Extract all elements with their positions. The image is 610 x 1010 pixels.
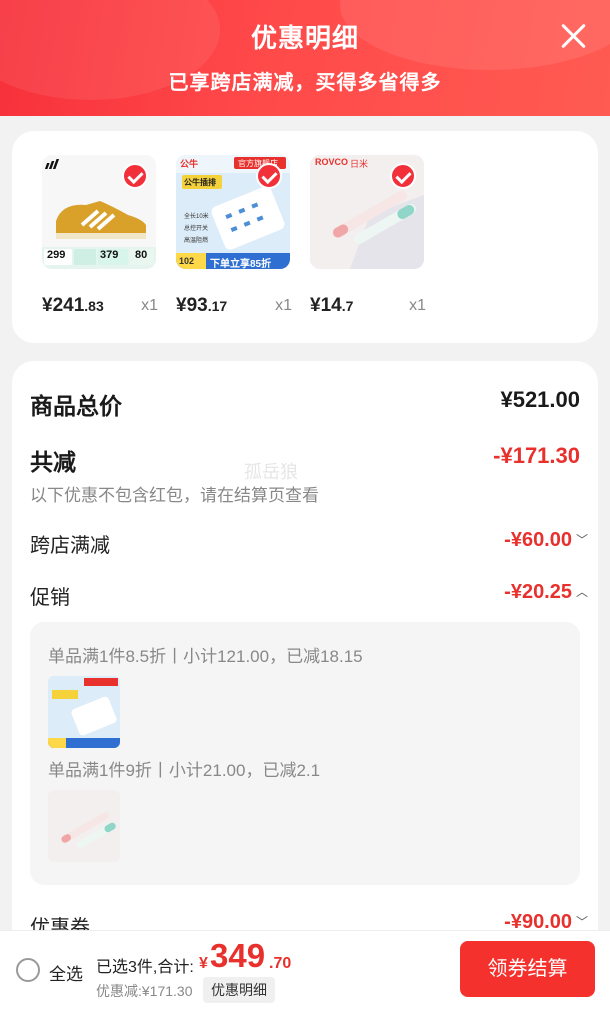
- product-item[interactable]: 299 379 80 ¥241.83 x1: [42, 155, 158, 316]
- product-price-row: ¥241.83 x1: [42, 295, 158, 319]
- close-icon[interactable]: [558, 20, 588, 50]
- selected-check-icon[interactable]: [256, 163, 282, 189]
- product-price: ¥14.7: [310, 295, 354, 316]
- promotion-row[interactable]: 促销 -¥20.25 ︿: [30, 581, 588, 610]
- product-price-row: ¥93.17 x1: [176, 295, 292, 319]
- cross-store-row[interactable]: 跨店满减 -¥60.00 ﹀: [30, 529, 588, 558]
- select-all-label[interactable]: 全选: [49, 960, 83, 985]
- page-subtitle: 已享跨店满减，买得多省得多: [168, 72, 442, 94]
- cross-store-value: -¥60.00: [504, 529, 572, 551]
- product-price: ¥241.83: [42, 295, 104, 316]
- product-price-row: ¥14.7 x1: [310, 295, 426, 319]
- selected-products-card: 299 379 80 ¥241.83 x1 公牛 官方旗舰店 公牛插排 全长10…: [12, 131, 598, 343]
- saved-amount: 优惠减:¥171.30: [96, 983, 193, 999]
- promotion-item-image: [48, 676, 120, 748]
- total-amount: 349: [210, 937, 266, 974]
- chevron-up-icon[interactable]: ︿: [576, 583, 588, 600]
- badge-price: 102: [179, 256, 195, 266]
- watermark: 孤岳狼: [244, 462, 298, 482]
- brand-label: 日米: [350, 159, 369, 169]
- total-currency: ¥: [199, 955, 208, 972]
- total-price-label: 商品总价: [30, 393, 122, 419]
- total-reduce-value: -¥171.30: [493, 443, 580, 468]
- badge-price: 379: [100, 249, 119, 261]
- product-item[interactable]: 公牛 官方旗舰店 公牛插排 全长10米 总控开关 高温阻燃 102 下单立享85…: [176, 155, 292, 316]
- selected-check-icon[interactable]: [390, 163, 416, 189]
- reduce-note: 以下优惠不包含红包，请在结算页查看: [30, 486, 319, 505]
- feature-label: 全长10米: [184, 214, 209, 220]
- product-item[interactable]: ROVCO 日米 ¥14.7 x1: [310, 155, 426, 316]
- chevron-down-icon[interactable]: ﹀: [576, 531, 588, 548]
- feature-label: 总控开关: [184, 226, 209, 232]
- selected-check-icon[interactable]: [122, 163, 148, 189]
- discount-detail-button[interactable]: 优惠明细: [203, 977, 275, 1003]
- promotion-value: -¥20.25: [504, 581, 572, 603]
- total-price-row: 商品总价 ¥521.00: [30, 387, 580, 421]
- discount-details-card: 商品总价 ¥521.00 共减 -¥171.30 以下优惠不包含红包，请在结算页…: [12, 361, 598, 961]
- feature-label: 高温阻燃: [184, 238, 209, 244]
- brand-label: 公牛: [180, 159, 199, 169]
- promotion-label: 促销: [30, 587, 70, 609]
- chevron-down-icon[interactable]: ﹀: [576, 913, 588, 930]
- checkout-bar: 全选 已选3件,合计: ¥ 349 .70 优惠减:¥171.30 优惠明细 领…: [0, 930, 610, 1010]
- power-strip-thumb: [48, 676, 120, 748]
- checkout-button[interactable]: 领券结算: [460, 941, 595, 997]
- product-image-shoe[interactable]: 299 379 80: [42, 155, 156, 269]
- pen-thumb: [48, 790, 120, 862]
- brand-label: ROVCO: [315, 157, 349, 167]
- total-reduce-label: 共减: [30, 449, 76, 475]
- select-all-radio[interactable]: [16, 958, 40, 982]
- badge-price: 80: [135, 249, 148, 261]
- product-image-power-strip[interactable]: 公牛 官方旗舰店 公牛插排 全长10米 总控开关 高温阻燃 102 下单立享85…: [176, 155, 290, 269]
- product-quantity: x1: [141, 297, 158, 314]
- total-reduce-row: 共减 -¥171.30: [30, 443, 580, 477]
- cross-store-label: 跨店满减: [30, 535, 110, 557]
- total-price-value: ¥521.00: [500, 387, 580, 412]
- promotion-item-text: 单品满1件8.5折丨小计121.00，已减18.15: [48, 647, 363, 666]
- promo-banner: 下单立享85折: [210, 259, 272, 269]
- product-title-label: 公牛插排: [184, 178, 216, 187]
- promotion-detail-box: 单品满1件8.5折丨小计121.00，已减18.15 单品满1件9折丨小计21.…: [30, 622, 580, 885]
- product-quantity: x1: [409, 297, 426, 314]
- promotion-item-text: 单品满1件9折丨小计21.00，已减2.1: [48, 761, 321, 780]
- badge-price: 299: [47, 249, 66, 261]
- promotion-item-image: [48, 790, 120, 862]
- product-price: ¥93.17: [176, 295, 228, 316]
- product-quantity: x1: [275, 297, 292, 314]
- page-title: 优惠明细: [250, 23, 359, 53]
- product-image-pen[interactable]: ROVCO 日米: [310, 155, 424, 269]
- total-decimal: .70: [269, 955, 292, 972]
- header: 优惠明细 已享跨店满减，买得多省得多: [0, 0, 610, 116]
- selection-summary: 已选3件,合计:: [96, 959, 194, 976]
